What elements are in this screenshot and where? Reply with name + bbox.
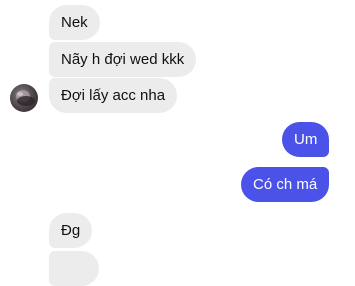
- message-text: Nek: [61, 14, 88, 31]
- message-text: Đợi lấy acc nha: [61, 87, 166, 104]
- message-text: Có ch má: [253, 176, 318, 193]
- contact-avatar-icon[interactable]: [10, 84, 38, 112]
- incoming-message-bubble[interactable]: Nek: [49, 5, 100, 40]
- message-text: Đg: [61, 222, 81, 239]
- message-text: Um: [294, 131, 318, 148]
- incoming-message-bubble[interactable]: Nãy h đợi wed kkk: [49, 42, 197, 77]
- incoming-message-bubble[interactable]: Đợi lấy acc nha: [49, 78, 178, 113]
- outgoing-message-bubble[interactable]: Có ch má: [241, 167, 330, 202]
- outgoing-message-bubble[interactable]: Um: [282, 122, 330, 157]
- incoming-message-bubble[interactable]: Đg: [49, 213, 93, 248]
- incoming-message-bubble[interactable]: [49, 251, 99, 286]
- message-text: Nãy h đợi wed kkk: [61, 51, 185, 68]
- avatar-photo-icon: [16, 90, 35, 106]
